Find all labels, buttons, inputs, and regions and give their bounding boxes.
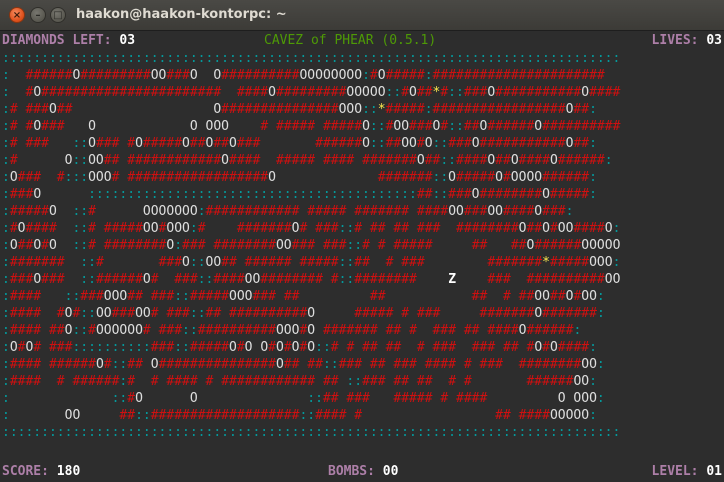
diamonds-left: DIAMONDS LEFT: 03: [2, 32, 135, 49]
map-row: :#### # ######:# # #### # ############ #…: [2, 374, 597, 389]
map-row: :# ### ::O### #O#####O##O##O### ######O:…: [2, 136, 597, 151]
map-row: :#### #O#::OO###OO# ###::## ##########O …: [2, 306, 605, 321]
map-row: ::::::::::::::::::::::::::::::::::::::::…: [2, 51, 621, 66]
map-row: :###O ::::::::::::::::::::::::::::::::::…: [2, 187, 597, 202]
game-title: CAVEZ of PHEAR (0.5.1): [264, 33, 437, 48]
score-label: SCORE:: [2, 464, 49, 479]
diamond: *: [377, 102, 386, 117]
map-row: :#####O ::# OOOOOOO:############ ##### #…: [2, 204, 574, 219]
map-row: :# O::OO## ############O#### ##### #### …: [2, 153, 613, 168]
diamond: *: [542, 255, 550, 270]
player: Z: [448, 272, 457, 287]
score: SCORE: 180: [2, 463, 80, 480]
diamonds-left-label: DIAMONDS LEFT:: [2, 33, 112, 48]
window-titlebar[interactable]: × – □ haakon@haakon-kontorpc: ~: [0, 0, 724, 31]
map-row: : OO ##::###################::#### # ## …: [2, 408, 597, 423]
map-row: :O##O#O ::# ########O:### ########OO### …: [2, 238, 621, 253]
score-value: 180: [56, 464, 81, 479]
level-value: 01: [706, 464, 722, 479]
terminal-window: × – □ haakon@haakon-kontorpc: ~ DIAMONDS…: [0, 0, 724, 482]
map-row: :O### #:::OOO# ##################O #####…: [2, 170, 597, 185]
game-footer: SCORE: 180 BOMBS: 00 LEVEL: 01: [2, 463, 722, 480]
minimize-icon[interactable]: –: [30, 7, 46, 23]
map-row: :#### ::###OOO## ###::#####OOO### ## ## …: [2, 289, 605, 304]
map-row: :####### ::# ###O::OO## ###### #####::##…: [2, 255, 621, 270]
bombs-label: BOMBS:: [328, 464, 375, 479]
map-row: :O#O# ###::::::::::###::#####O#O O#O#O#O…: [2, 340, 597, 355]
map-row: :#O#### ::# #####OO#OOO:# #######O# ###:…: [2, 221, 621, 236]
game-map: ::::::::::::::::::::::::::::::::::::::::…: [2, 50, 722, 441]
map-row: : ######O#########OO###O O##########OOOO…: [2, 68, 605, 83]
map-row: :#### ######O#::## O###############O## #…: [2, 357, 605, 372]
bombs: BOMBS: 00: [328, 463, 398, 480]
maximize-icon[interactable]: □: [50, 7, 66, 23]
level: LEVEL: 01: [652, 463, 722, 480]
level-label: LEVEL:: [651, 464, 699, 479]
close-icon[interactable]: ×: [9, 7, 25, 23]
lives-label: LIVES:: [651, 33, 699, 48]
bombs-value: 00: [382, 464, 399, 479]
lives: LIVES: 03: [652, 32, 722, 49]
map-row: :# ###O## O###############OOO::*#####:##…: [2, 102, 597, 117]
lives-value: 03: [706, 33, 722, 48]
map-row: : ::#O O ::## ### ##### # #### O OOO:: [2, 391, 605, 406]
map-row: ::::::::::::::::::::::::::::::::::::::::…: [2, 425, 621, 440]
window-title: haakon@haakon-kontorpc: ~: [76, 7, 287, 22]
map-row: :###O### ::######O# ###::####OO######## …: [2, 272, 621, 287]
diamonds-left-value: 03: [119, 33, 136, 48]
game-header: DIAMONDS LEFT: 03 CAVEZ of PHEAR (0.5.1)…: [2, 32, 722, 49]
map-row: : #O####################### ####O#######…: [2, 85, 621, 100]
map-row: :#### ##O::#OOOOOO# ###::##########OOO#O…: [2, 323, 582, 338]
terminal-area[interactable]: DIAMONDS LEFT: 03 CAVEZ of PHEAR (0.5.1)…: [0, 31, 724, 482]
map-row: :# #O### O O OOO # ##### #####O::#OO###O…: [2, 119, 621, 134]
